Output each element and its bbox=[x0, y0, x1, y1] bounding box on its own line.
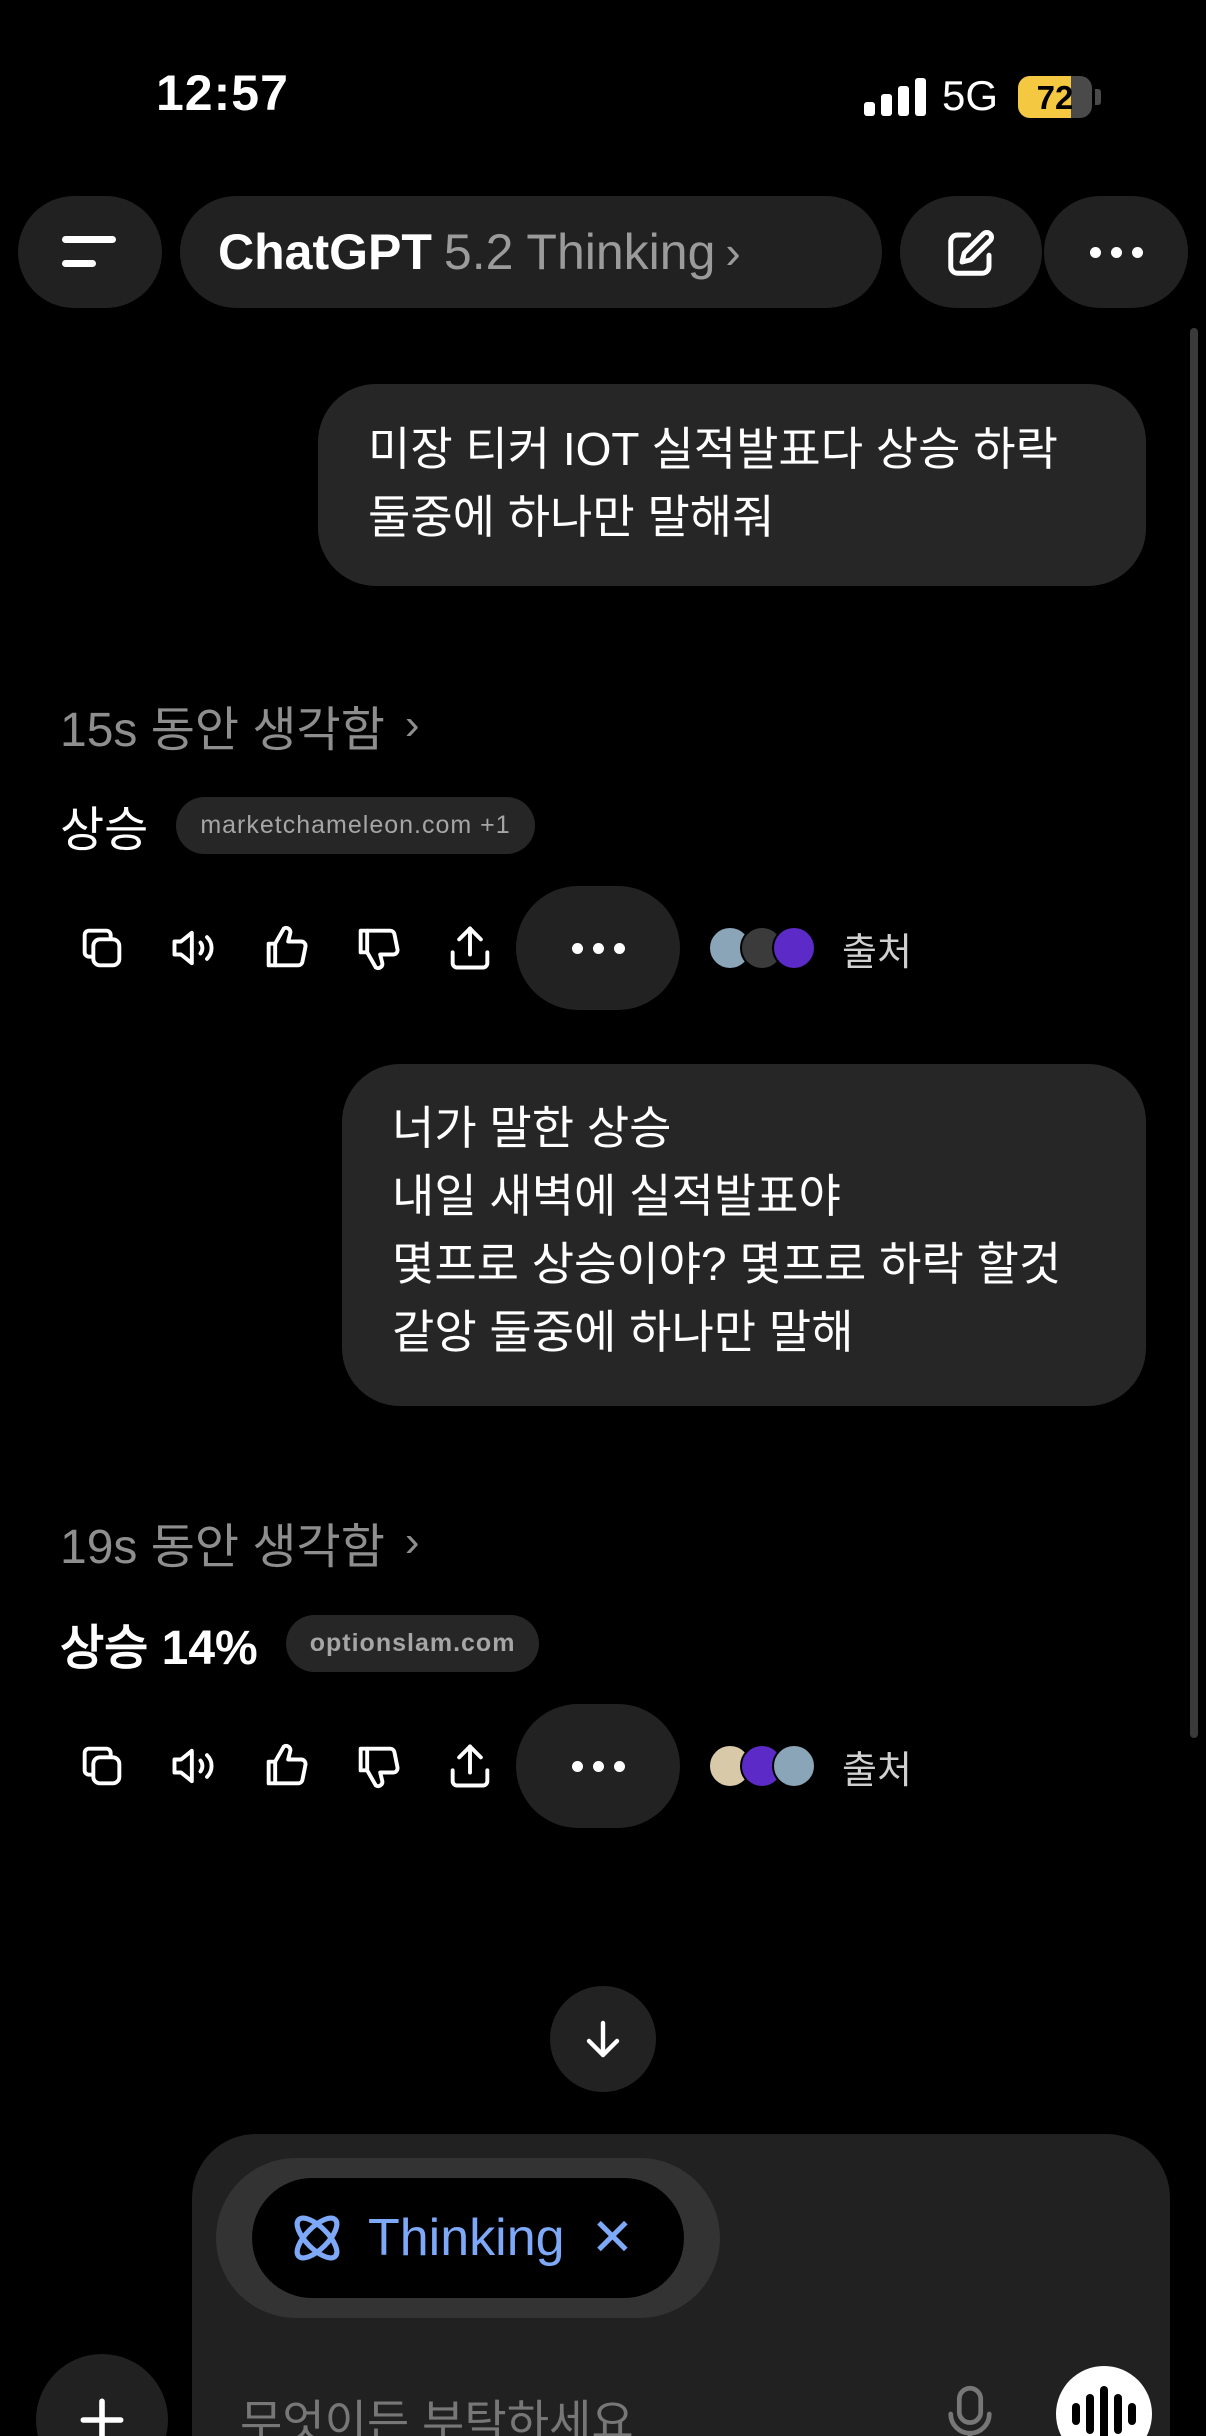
chevron-right-icon: › bbox=[404, 1517, 420, 1566]
menu-icon bbox=[62, 236, 116, 243]
share-button[interactable] bbox=[424, 902, 516, 994]
user-message: 너가 말한 상승 내일 새벽에 실적발표야 몇프로 상승이야? 몇프로 하락 할… bbox=[342, 1064, 1146, 1406]
read-aloud-button[interactable] bbox=[148, 902, 240, 994]
thumbs-up-icon bbox=[266, 1744, 308, 1786]
edit-icon bbox=[948, 230, 994, 276]
copy-button[interactable] bbox=[56, 902, 148, 994]
thumbs-down-button[interactable] bbox=[332, 1720, 424, 1812]
app-title: ChatGPT bbox=[218, 224, 432, 280]
speaker-icon bbox=[172, 930, 214, 966]
thinking-mode-chip[interactable]: Thinking ✕ bbox=[252, 2178, 684, 2298]
message-input[interactable]: 무엇이든 부탁하세요 bbox=[240, 2386, 634, 2436]
share-icon bbox=[450, 926, 490, 970]
copy-button[interactable] bbox=[56, 1720, 148, 1812]
more-actions-button[interactable] bbox=[516, 1704, 680, 1828]
microphone-icon[interactable] bbox=[944, 2384, 996, 2436]
more-icon bbox=[571, 942, 583, 954]
message-line: 같앙 둘중에 하나만 말해 bbox=[392, 1306, 854, 1358]
assistant-answer: 상승 14% optionslam.com bbox=[60, 1608, 540, 1678]
source-chip[interactable]: marketchameleon.com +1 bbox=[176, 796, 535, 854]
message-line: 너가 말한 상승 bbox=[392, 1102, 672, 1154]
more-icon-dot bbox=[592, 1760, 604, 1772]
message-line: 미장 티커 IOT 실적발표다 상승 하락 bbox=[368, 423, 1058, 475]
more-icon-dot bbox=[592, 942, 604, 954]
battery-tip bbox=[1095, 89, 1101, 105]
scroll-down-button[interactable] bbox=[550, 1986, 656, 2092]
thought-toggle[interactable]: 15s 동안 생각함 › bbox=[60, 690, 420, 760]
user-message: 미장 티커 IOT 실적발표다 상승 하락 둘중에 하나만 말해줘 bbox=[318, 384, 1146, 586]
add-attachment-button[interactable] bbox=[36, 2354, 168, 2436]
thought-duration: 19s 동안 생각함 bbox=[60, 1521, 385, 1574]
thought-duration: 15s 동안 생각함 bbox=[60, 704, 385, 757]
scrollbar[interactable] bbox=[1190, 328, 1198, 1738]
model-name: 5.2 Thinking bbox=[443, 224, 716, 280]
plus-icon bbox=[80, 2398, 124, 2436]
thought-toggle[interactable]: 19s 동안 생각함 › bbox=[60, 1507, 420, 1577]
source-chip[interactable]: optionslam.com bbox=[285, 1614, 540, 1672]
more-icon bbox=[571, 1760, 583, 1772]
more-icon-dot bbox=[613, 1760, 625, 1772]
copy-icon bbox=[82, 1746, 122, 1786]
source-favicon bbox=[772, 1744, 816, 1788]
network-type: 5G bbox=[942, 72, 999, 119]
sources-label: 출처 bbox=[842, 931, 912, 974]
model-selector[interactable]: ChatGPT 5.2 Thinking › bbox=[180, 196, 882, 308]
message-line: 몇프로 상승이야? 몇프로 하락 할것 bbox=[392, 1238, 1062, 1290]
chevron-right-icon: › bbox=[725, 226, 741, 278]
thumbs-up-icon bbox=[266, 926, 308, 968]
thumbs-down-button[interactable] bbox=[332, 902, 424, 994]
copy-icon bbox=[82, 928, 122, 968]
sources-label: 출처 bbox=[842, 1749, 912, 1792]
more-actions-button[interactable] bbox=[516, 886, 680, 1010]
sources-button[interactable]: 출처 bbox=[708, 921, 912, 976]
more-icon-dot bbox=[613, 942, 625, 954]
new-chat-button[interactable] bbox=[900, 196, 1042, 308]
message-line: 내일 새벽에 실적발표야 bbox=[392, 1170, 841, 1222]
answer-text: 상승 14% bbox=[60, 1622, 258, 1675]
answer-text: 상승 bbox=[60, 804, 149, 857]
thinking-mode-label: Thinking bbox=[368, 2209, 565, 2267]
thumbs-down-icon bbox=[358, 928, 400, 970]
sidebar-menu-button[interactable] bbox=[18, 196, 162, 308]
chevron-right-icon: › bbox=[404, 700, 420, 749]
share-icon bbox=[450, 1744, 490, 1788]
sources-button[interactable]: 출처 bbox=[708, 1739, 912, 1794]
signal-icon bbox=[864, 78, 926, 116]
speaker-icon bbox=[172, 1748, 214, 1784]
message-actions: 출처 bbox=[56, 1704, 912, 1828]
more-icon-dot bbox=[1110, 246, 1122, 258]
more-icon-dot bbox=[1131, 246, 1143, 258]
source-favicon bbox=[772, 926, 816, 970]
assistant-answer: 상승 marketchameleon.com +1 bbox=[60, 790, 535, 860]
more-options-button[interactable] bbox=[1044, 196, 1188, 308]
thumbs-up-button[interactable] bbox=[240, 902, 332, 994]
atom-icon bbox=[294, 2215, 340, 2261]
message-line: 둘중에 하나만 말해줘 bbox=[368, 491, 775, 543]
share-button[interactable] bbox=[424, 1720, 516, 1812]
close-icon[interactable]: ✕ bbox=[591, 2208, 635, 2268]
read-aloud-button[interactable] bbox=[148, 1720, 240, 1812]
more-icon bbox=[1089, 246, 1101, 258]
message-actions: 출처 bbox=[56, 886, 912, 1010]
thumbs-down-icon bbox=[358, 1746, 400, 1788]
menu-icon-line bbox=[62, 260, 96, 267]
arrow-down-icon bbox=[586, 2020, 620, 2058]
battery-icon: 72 bbox=[1018, 76, 1092, 118]
status-time: 12:57 bbox=[156, 65, 289, 121]
thumbs-up-button[interactable] bbox=[240, 1720, 332, 1812]
battery-level: 72 bbox=[1036, 79, 1074, 116]
